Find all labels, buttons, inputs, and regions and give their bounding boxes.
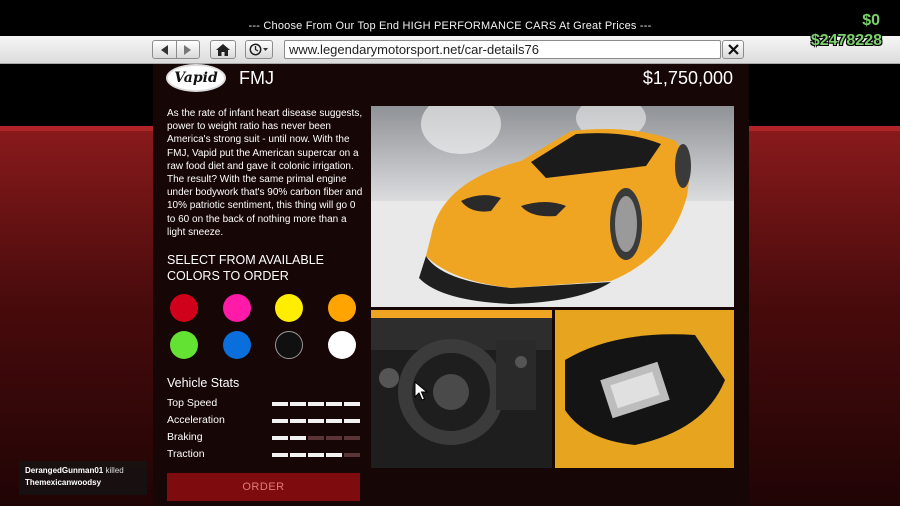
close-button[interactable] (722, 40, 744, 59)
stat-segment (344, 453, 360, 457)
stat-segment (272, 419, 288, 423)
stat-segment (326, 402, 342, 406)
banner-text: --- Choose From Our Top End HIGH PERFORM… (248, 20, 652, 32)
forward-button[interactable] (175, 41, 199, 58)
stat-segment (344, 436, 360, 440)
brand-logo: Vapid (166, 64, 226, 92)
stat-segment (290, 453, 306, 457)
stat-segment (308, 402, 324, 406)
home-button[interactable] (210, 40, 236, 59)
car-description: As the rate of infant heart disease sugg… (167, 108, 363, 238)
stat-bar-braking (272, 436, 360, 440)
car-photo-front[interactable] (371, 106, 734, 307)
back-forward-group (152, 40, 200, 59)
stat-label-traction: Traction (167, 448, 205, 460)
interior-illustration (371, 310, 552, 468)
kill-action: killed (105, 466, 124, 475)
stat-segment (272, 402, 288, 406)
stat-bar-acceleration (272, 419, 360, 423)
killer-name: DerangedGunman01 (25, 466, 104, 475)
forward-arrow-icon (184, 44, 192, 55)
victim-name: Themexicanwoodsy (25, 478, 102, 487)
stat-segment (272, 436, 288, 440)
stat-segment (326, 419, 342, 423)
history-clock-icon (249, 43, 268, 56)
engine-illustration (555, 310, 734, 468)
stat-segment (326, 436, 342, 440)
car-model-name: FMJ (239, 68, 274, 88)
stat-segment (326, 453, 342, 457)
mouse-cursor-icon (414, 381, 428, 401)
history-button[interactable] (245, 40, 273, 59)
color-swatch-pink[interactable] (223, 294, 251, 322)
stat-label-top-speed: Top Speed (167, 397, 218, 409)
stat-segment (272, 453, 288, 457)
back-button[interactable] (153, 41, 176, 58)
stat-segment (290, 419, 306, 423)
car-photo-engine[interactable] (555, 310, 734, 468)
color-swatch-black[interactable] (275, 331, 303, 359)
stat-label-braking: Braking (167, 431, 203, 443)
color-swatch-green[interactable] (170, 331, 198, 359)
color-swatch-yellow[interactable] (275, 294, 303, 322)
car-illustration (371, 106, 734, 307)
color-swatch-blue[interactable] (223, 331, 251, 359)
stat-segment (308, 453, 324, 457)
color-swatch-orange[interactable] (328, 294, 356, 322)
vehicle-stats-heading: Vehicle Stats (167, 376, 240, 390)
stat-segment (290, 436, 306, 440)
car-photo-interior[interactable] (371, 310, 552, 468)
order-button[interactable]: ORDER (167, 473, 360, 501)
browser-toolbar: www.legendarymotorsport.net/car-details7… (0, 36, 900, 64)
stat-bar-traction (272, 453, 360, 457)
stat-segment (344, 402, 360, 406)
address-bar[interactable]: www.legendarymotorsport.net/car-details7… (284, 40, 721, 59)
back-arrow-icon (160, 44, 168, 55)
color-swatch-white[interactable] (328, 331, 356, 359)
kill-feed: DerangedGunman01 killed Themexicanwoodsy (19, 461, 147, 495)
car-details-panel: Vapid FMJ $1,750,000 As the rate of infa… (153, 64, 749, 506)
stat-bar-top-speed (272, 402, 360, 406)
car-price: $1,750,000 (642, 68, 733, 88)
cash-amount: $0 (862, 12, 880, 29)
bank-amount: $2478228 (810, 32, 882, 49)
color-swatch-red[interactable] (170, 294, 198, 322)
stat-segment (308, 436, 324, 440)
colors-heading: SELECT FROM AVAILABLE COLORS TO ORDER (167, 253, 325, 283)
close-x-icon (727, 44, 739, 55)
stat-segment (290, 402, 306, 406)
site-banner: --- Choose From Our Top End HIGH PERFORM… (0, 0, 900, 36)
stat-segment (344, 419, 360, 423)
stat-label-acceleration: Acceleration (167, 414, 225, 426)
home-icon (216, 43, 230, 56)
stat-segment (308, 419, 324, 423)
